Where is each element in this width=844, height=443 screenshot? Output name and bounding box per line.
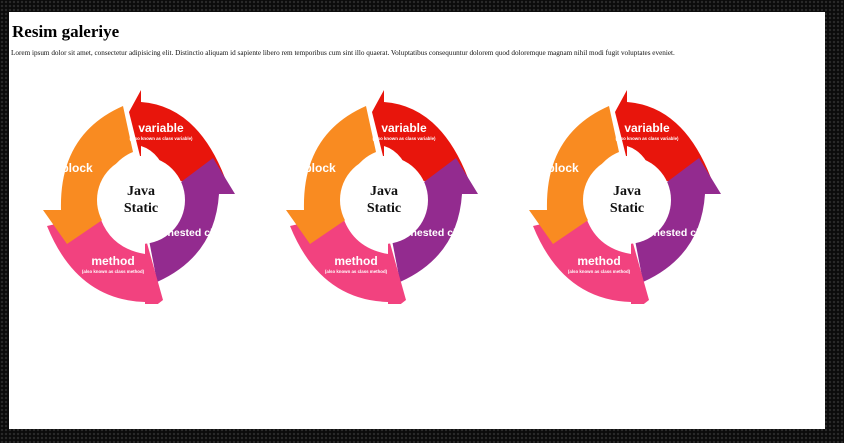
- gallery-image-1[interactable]: Java Static variable (also known as clas…: [37, 86, 247, 304]
- variable-note: (also known as class variable): [616, 136, 679, 141]
- java-static-cycle-diagram: Java Static variable (also known as clas…: [286, 90, 478, 304]
- variable-label: variable: [138, 121, 184, 135]
- center-label-static: Static: [610, 201, 644, 216]
- method-note: (also known as class method): [568, 269, 631, 274]
- method-label: method: [334, 254, 377, 268]
- nested-class-label: nested class: [653, 227, 716, 239]
- gallery-image-3[interactable]: Java Static variable (also known as clas…: [523, 86, 733, 304]
- center-label-static: Static: [124, 201, 158, 216]
- image-gallery: Java Static variable (also known as clas…: [9, 12, 825, 429]
- gallery-image-2[interactable]: Java Static variable (also known as clas…: [280, 86, 490, 304]
- center-label-java: Java: [613, 184, 641, 199]
- nested-class-label: nested class: [410, 227, 473, 239]
- block-label: block: [547, 161, 579, 175]
- variable-label: variable: [381, 121, 427, 135]
- method-label: method: [91, 254, 134, 268]
- block-label: block: [304, 161, 336, 175]
- center-label-java: Java: [370, 184, 398, 199]
- nested-class-label: nested class: [167, 227, 230, 239]
- variable-label: variable: [624, 121, 670, 135]
- page: Resim galeriye Lorem ipsum dolor sit ame…: [9, 12, 825, 429]
- java-static-cycle-diagram: Java Static variable (also known as clas…: [529, 90, 721, 304]
- method-note: (also known as class method): [325, 269, 388, 274]
- java-static-cycle-diagram: Java Static variable (also known as clas…: [43, 90, 235, 304]
- variable-note: (also known as class variable): [130, 136, 193, 141]
- center-label-java: Java: [127, 184, 155, 199]
- block-label: block: [61, 161, 93, 175]
- variable-note: (also known as class variable): [373, 136, 436, 141]
- method-label: method: [577, 254, 620, 268]
- method-note: (also known as class method): [82, 269, 145, 274]
- center-label-static: Static: [367, 201, 401, 216]
